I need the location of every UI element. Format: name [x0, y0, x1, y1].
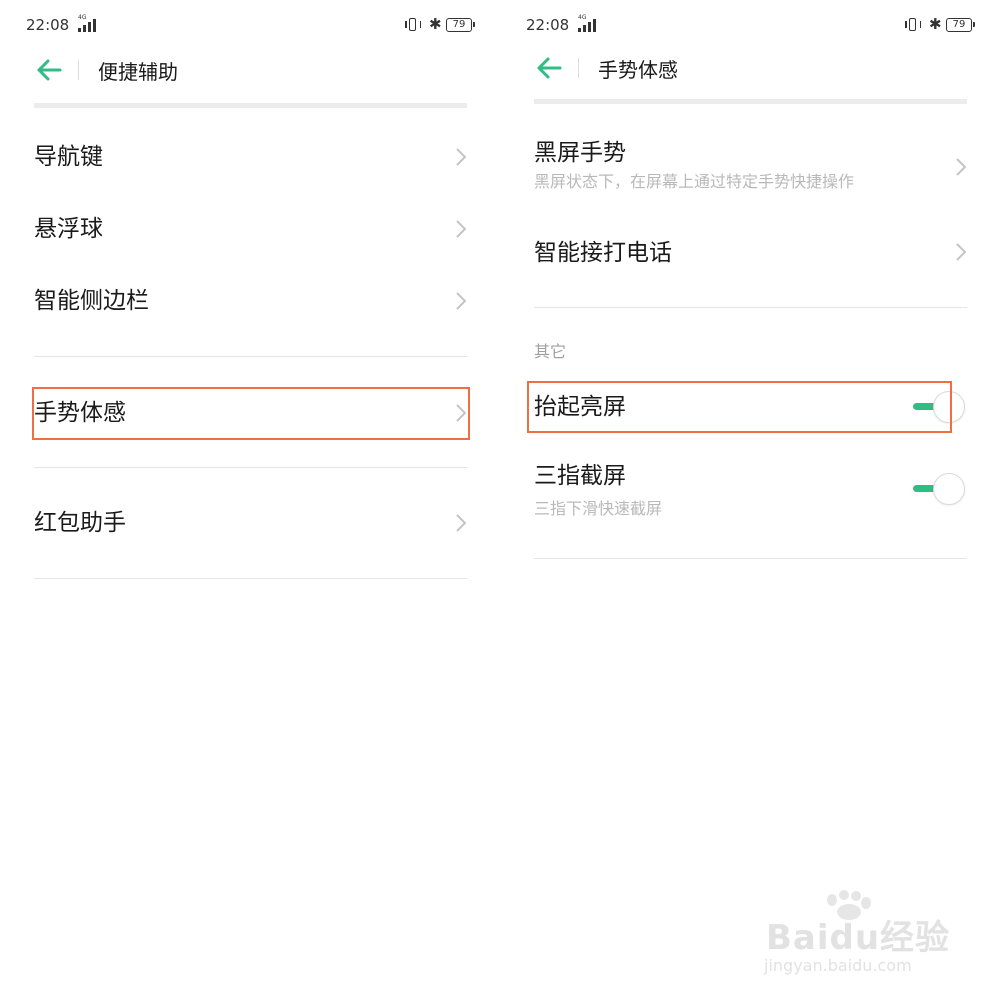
header: 手势体感 [500, 48, 1000, 88]
page-title: 便捷辅助 [98, 60, 178, 84]
toggle-subtitle: 三指下滑快速截屏 [534, 499, 663, 518]
signal-icon: 4G [574, 14, 600, 34]
chevron-right-icon [456, 220, 466, 238]
list-item-label: 黑屏手势 [534, 140, 626, 166]
divider [534, 558, 967, 559]
chevron-right-icon [456, 514, 466, 532]
header-divider [34, 103, 467, 108]
watermark-url: jingyan.baidu.com [764, 956, 912, 975]
list-item-label: 智能接打电话 [534, 240, 672, 266]
chevron-right-icon [456, 148, 466, 166]
vibrate-icon [905, 18, 921, 32]
signal-icon: 4G [74, 14, 100, 34]
status-time: 22:08 [26, 16, 70, 34]
header: 便捷辅助 [0, 50, 500, 90]
battery-icon: 79 [446, 18, 475, 32]
watermark-brand: Baidu经验 [766, 918, 951, 958]
arrow-left-icon[interactable] [536, 56, 562, 80]
list-item-float-ball[interactable]: 悬浮球 [34, 215, 467, 271]
divider [34, 578, 467, 579]
baidu-watermark: Baidu经验 jingyan.baidu.com [760, 890, 960, 980]
chevron-right-icon [956, 158, 966, 176]
network-type: 4G [78, 14, 87, 21]
list-item-red-packet[interactable]: 红包助手 [34, 509, 467, 565]
status-bar: 22:08 4G ✱ 79 [0, 12, 500, 40]
list-item-label: 红包助手 [34, 510, 126, 536]
divider [534, 307, 967, 308]
header-separator [578, 58, 579, 78]
bluetooth-icon: ✱ [429, 15, 442, 33]
chevron-right-icon [456, 292, 466, 310]
network-type: 4G [578, 14, 587, 21]
highlight-box [527, 381, 952, 433]
three-finger-screenshot-toggle[interactable] [913, 472, 967, 506]
list-item-screen-off-gesture[interactable]: 黑屏手势 黑屏状态下，在屏幕上通过特定手势快捷操作 [534, 139, 967, 199]
right-screen: 22:08 4G ✱ 79 手势体感 黑屏手势 黑屏状态下，在屏幕上通过特定手势… [500, 0, 1000, 1000]
highlight-box [32, 387, 470, 440]
divider [34, 356, 467, 357]
header-divider [534, 99, 967, 104]
list-item-nav-keys[interactable]: 导航键 [34, 143, 467, 199]
section-title-other: 其它 [534, 342, 567, 361]
list-item-label: 导航键 [34, 144, 103, 170]
list-item-label: 智能侧边栏 [34, 288, 149, 314]
list-item-smart-call[interactable]: 智能接打电话 [534, 239, 967, 295]
list-item-label: 悬浮球 [34, 216, 103, 242]
left-screen: 22:08 4G ✱ 79 便捷辅助 导航键 悬浮球 智能侧边栏 手势体感 红包… [0, 0, 500, 1000]
vibrate-icon [405, 18, 421, 32]
arrow-left-icon[interactable] [36, 58, 62, 82]
status-bar: 22:08 4G ✱ 79 [500, 12, 1000, 40]
battery-icon: 79 [946, 18, 975, 32]
toggle-label: 三指截屏 [534, 463, 626, 489]
list-item-smart-sidebar[interactable]: 智能侧边栏 [34, 287, 467, 343]
bluetooth-icon: ✱ [929, 15, 942, 33]
header-separator [78, 60, 79, 80]
page-title: 手势体感 [598, 58, 678, 82]
divider [34, 467, 467, 468]
list-item-subtitle: 黑屏状态下，在屏幕上通过特定手势快捷操作 [534, 172, 855, 191]
toggle-row-three-finger-screenshot[interactable]: 三指截屏 三指下滑快速截屏 [534, 462, 967, 522]
chevron-right-icon [956, 243, 966, 261]
status-time: 22:08 [526, 16, 570, 34]
